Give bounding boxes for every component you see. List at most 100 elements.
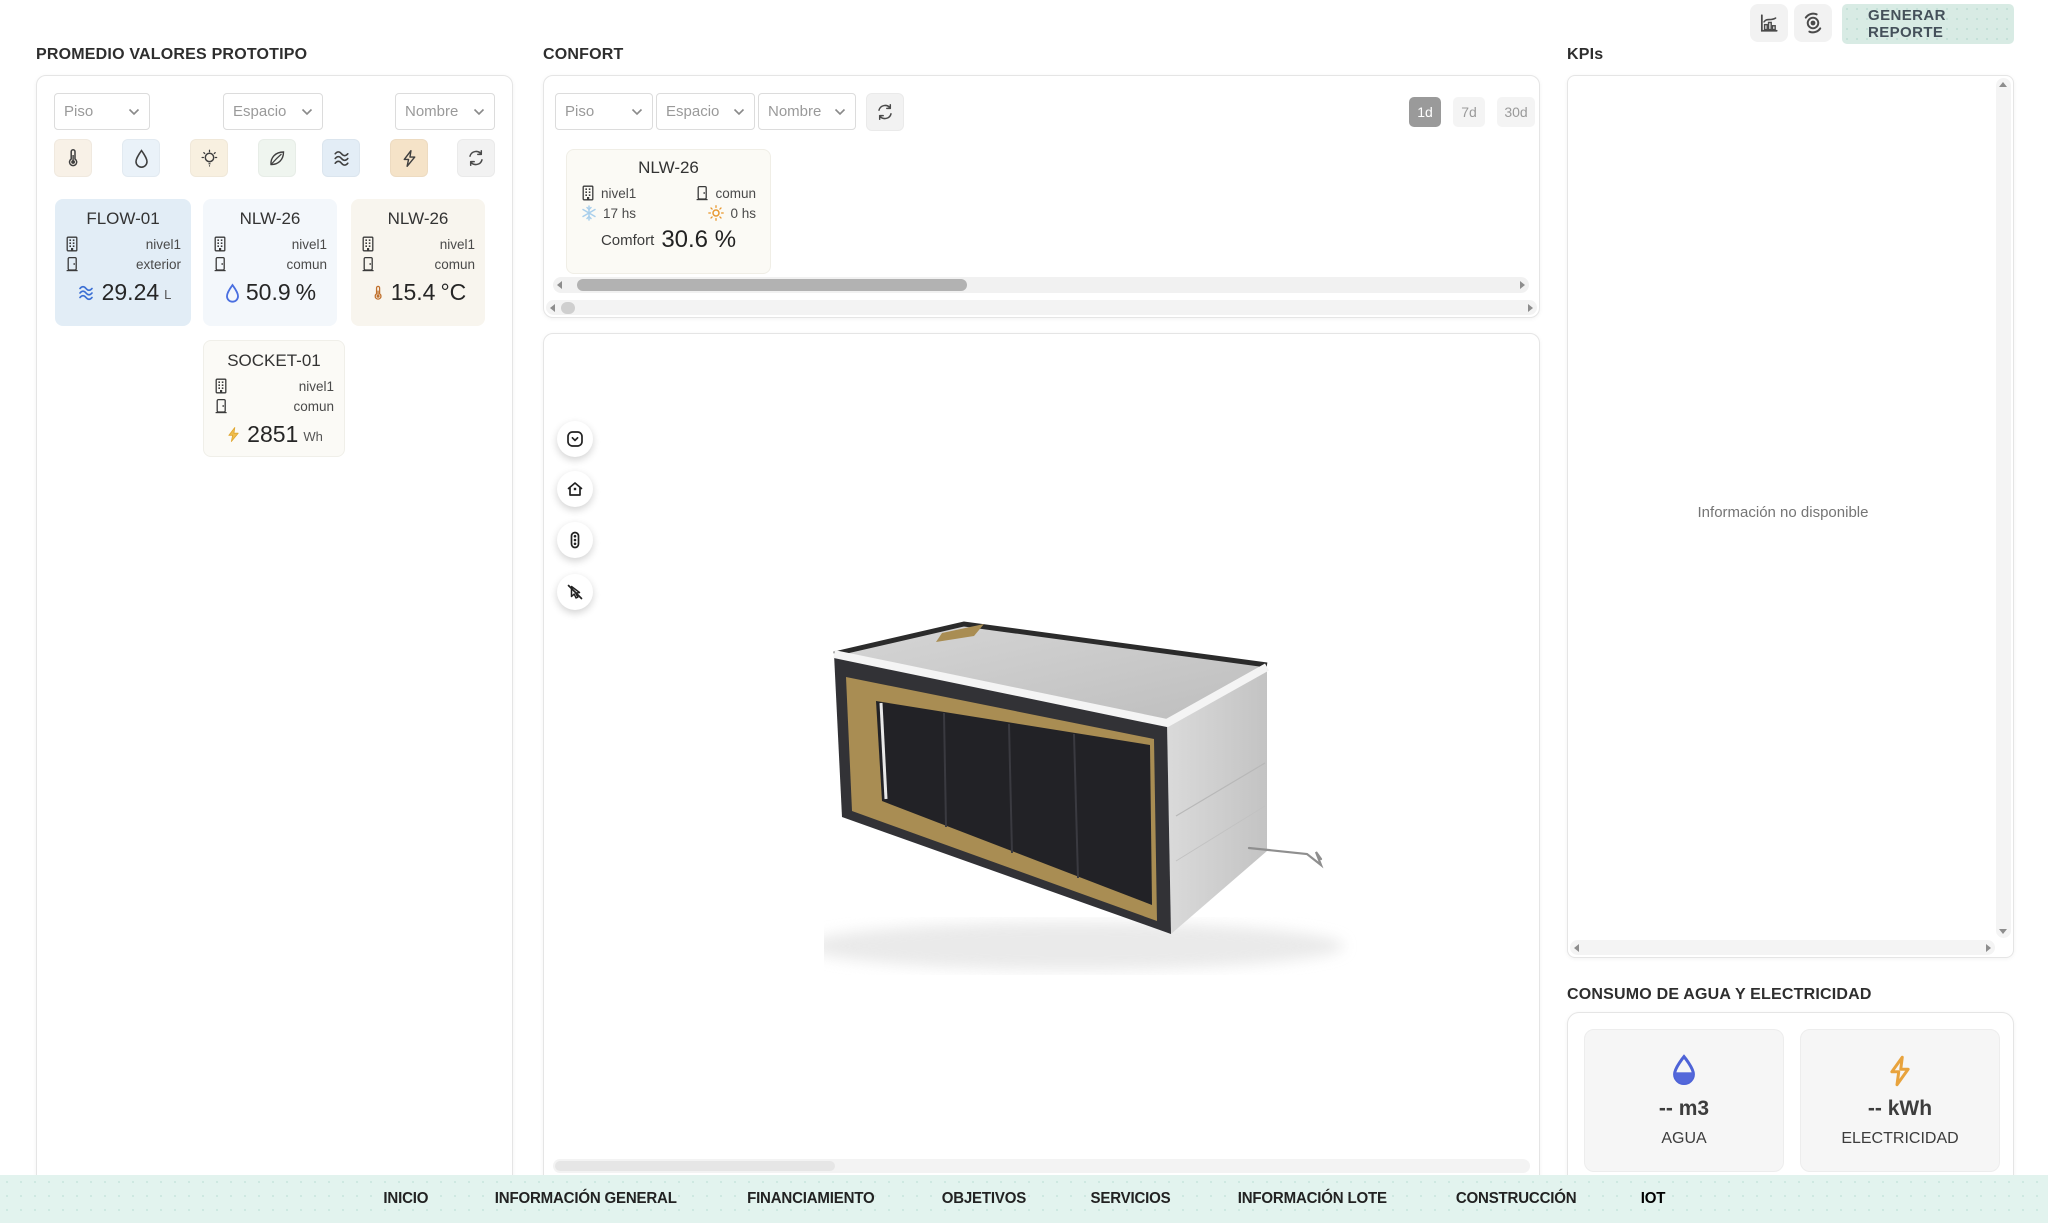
refresh-icon [466, 148, 486, 168]
sensor-value: 15.4 [391, 279, 436, 306]
cursor-off-icon [565, 582, 585, 602]
chevron-down-icon [733, 108, 745, 116]
lightning-bolt-icon [1885, 1054, 1915, 1088]
nav-item-servicios[interactable]: SERVICIOS [1091, 1190, 1171, 1208]
prototype-panel-title: PROMEDIO VALORES PROTOTIPO [36, 46, 307, 64]
model-viewport[interactable] [543, 333, 1540, 1185]
light-filter-button[interactable] [190, 139, 228, 177]
nombre-select-value: Nombre [768, 103, 821, 120]
piso-select[interactable]: Piso [555, 93, 653, 130]
home-view-button[interactable] [557, 471, 593, 507]
waves-icon [331, 149, 352, 168]
confort-panel: Piso Espacio Nombre 1d 7d 30d NLW-26 [543, 75, 1540, 318]
espacio-select[interactable]: Espacio [223, 93, 323, 130]
droplet-icon [224, 283, 241, 303]
building-icon [581, 185, 595, 201]
water-consumption-card: -- m3 AGUA [1584, 1029, 1784, 1172]
sensor-name: SOCKET-01 [214, 351, 334, 371]
nombre-select[interactable]: Nombre [395, 93, 495, 130]
confort-inner-hscrollbar[interactable] [553, 277, 1529, 293]
chevron-down-icon [631, 108, 643, 116]
chevron-down-icon [128, 108, 140, 116]
sensor-card-humidity: NLW-26 nivel1 comun 50.9 [203, 199, 337, 326]
chevron-down-icon [473, 108, 485, 116]
flow-filter-button[interactable] [322, 139, 360, 177]
nav-item-construccion[interactable]: CONSTRUCCIÓN [1456, 1190, 1577, 1208]
kpis-hscrollbar[interactable] [1570, 940, 1995, 955]
piso-select-value: Piso [565, 103, 594, 120]
refresh-button[interactable] [457, 139, 495, 177]
consumption-panel: -- m3 AGUA -- kWh ELECTRICIDAD [1567, 1012, 2014, 1188]
building-icon [213, 236, 227, 252]
nav-item-financiamiento[interactable]: FINANCIAMIENTO [747, 1190, 874, 1208]
snowflake-icon [581, 205, 597, 221]
collapse-panel-button[interactable] [557, 421, 593, 457]
sensor-level: nivel1 [440, 237, 475, 252]
kpis-panel: Información no disponible [1567, 75, 2014, 958]
espacio-select[interactable]: Espacio [656, 93, 755, 130]
confort-panel-title: CONFORT [543, 46, 624, 64]
electricity-label: ELECTRICIDAD [1841, 1130, 1958, 1148]
sensor-name: NLW-26 [361, 209, 475, 229]
nav-item-informacion-general[interactable]: INFORMACIÓN GENERAL [495, 1190, 677, 1208]
sensor-level: nivel1 [299, 379, 334, 394]
consumption-title: CONSUMO DE AGUA Y ELECTRICIDAD [1567, 986, 1872, 1004]
range-button-1d[interactable]: 1d [1409, 97, 1441, 127]
refresh-button[interactable] [866, 93, 904, 131]
refresh-icon [875, 102, 895, 122]
air-quality-filter-button[interactable] [258, 139, 296, 177]
bottom-navigation: INICIO INFORMACIÓN GENERAL FINANCIAMIENT… [0, 1175, 2048, 1223]
traffic-light-icon [565, 530, 585, 550]
home-icon [565, 479, 585, 499]
leaf-icon [267, 148, 287, 168]
sensor-unit: L [164, 287, 171, 302]
door-icon [213, 256, 227, 272]
nav-item-inicio[interactable]: INICIO [383, 1190, 428, 1208]
chevron-down-icon [301, 108, 313, 116]
prototype-3d-model[interactable] [824, 621, 1524, 981]
bar-chart-icon [1758, 12, 1780, 34]
energy-filter-button[interactable] [390, 139, 428, 177]
thermometer-icon [370, 283, 386, 303]
range-button-30d[interactable]: 30d [1497, 97, 1535, 127]
nombre-select-value: Nombre [405, 103, 458, 120]
piso-select-value: Piso [64, 103, 93, 120]
bolt-icon [400, 149, 419, 168]
viewport-hscrollbar[interactable] [553, 1159, 1530, 1173]
sensor-space: comun [715, 186, 756, 201]
thermometer-icon [63, 148, 83, 168]
piso-select[interactable]: Piso [54, 93, 150, 130]
electricity-value: -- kWh [1868, 1097, 1932, 1121]
sensor-name: FLOW-01 [65, 209, 181, 229]
espacio-select-value: Espacio [233, 103, 286, 120]
kpis-vscrollbar[interactable] [1996, 78, 2011, 938]
chart-report-button[interactable] [1750, 4, 1788, 42]
confort-outer-hscrollbar[interactable] [546, 300, 1537, 315]
range-button-7d[interactable]: 7d [1453, 97, 1485, 127]
disable-selection-button[interactable] [557, 574, 593, 610]
settings-sync-icon [1801, 11, 1825, 35]
sensor-level: nivel1 [146, 237, 181, 252]
chevron-down-icon [834, 108, 846, 116]
door-icon [361, 256, 375, 272]
humidity-filter-button[interactable] [122, 139, 160, 177]
nav-item-iot[interactable]: IOT [1641, 1190, 1666, 1208]
sensor-card-temperature: NLW-26 nivel1 comun 1 [351, 199, 485, 326]
nombre-select[interactable]: Nombre [758, 93, 856, 130]
water-drop-icon [1668, 1054, 1700, 1088]
levels-button[interactable] [557, 522, 593, 558]
cold-hours: 17 hs [603, 206, 636, 221]
door-icon [65, 256, 79, 272]
sensor-value: 2851 [247, 421, 298, 448]
sensor-value: 29.24 [102, 279, 160, 306]
sensor-space: comun [293, 399, 334, 414]
iot-dashboard: GENERAR REPORTE PROMEDIO VALORES PROTOTI… [0, 0, 2048, 1223]
building-icon [65, 236, 79, 252]
settings-button[interactable] [1794, 4, 1832, 42]
sensor-level: nivel1 [601, 186, 636, 201]
sensor-unit: °C [440, 279, 466, 306]
nav-item-objetivos[interactable]: OBJETIVOS [941, 1190, 1025, 1208]
generate-report-button[interactable]: GENERAR REPORTE [1842, 4, 2014, 44]
nav-item-informacion-lote[interactable]: INFORMACIÓN LOTE [1238, 1190, 1387, 1208]
temperature-filter-button[interactable] [54, 139, 92, 177]
